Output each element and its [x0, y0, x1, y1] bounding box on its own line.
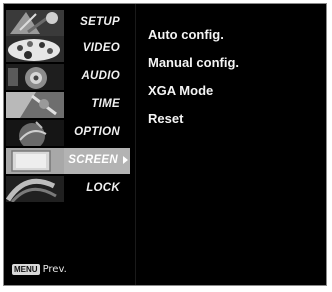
speaker-icon	[6, 64, 64, 90]
screen-submenu: Auto config. Manual config. XGA Mode Res…	[148, 26, 239, 138]
option-globe-icon	[6, 120, 64, 146]
menu-label: SCREEN	[68, 154, 118, 166]
submenu-item-xga-mode[interactable]: XGA Mode	[148, 82, 239, 110]
submenu-item-auto-config[interactable]: Auto config.	[148, 26, 239, 54]
menu-item-screen[interactable]: SCREEN	[6, 148, 130, 174]
menu-label: OPTION	[74, 126, 120, 138]
monitor-icon	[6, 148, 64, 174]
menu-item-audio[interactable]: AUDIO	[6, 64, 130, 90]
submenu-item-reset[interactable]: Reset	[148, 110, 239, 138]
chevron-right-icon	[123, 156, 128, 164]
clock-icon	[6, 92, 64, 118]
submenu-item-manual-config[interactable]: Manual config.	[148, 54, 239, 82]
prev-label: Prev.	[42, 264, 67, 275]
footer-hint: MENU Prev.	[12, 264, 67, 275]
satellite-dish-icon	[6, 10, 64, 36]
menu-item-video[interactable]: VIDEO	[6, 36, 130, 62]
padlock-icon	[6, 176, 64, 202]
main-menu-sidebar: SETUP VIDEO AUDIO TIME OPTION SCREEN LOC…	[6, 10, 130, 282]
menu-label: AUDIO	[81, 70, 120, 82]
palette-icon	[6, 36, 64, 62]
menu-item-option[interactable]: OPTION	[6, 120, 130, 146]
osd-screen: SETUP VIDEO AUDIO TIME OPTION SCREEN LOC…	[3, 3, 327, 286]
menu-item-lock[interactable]: LOCK	[6, 176, 130, 202]
menu-label: LOCK	[86, 182, 120, 194]
menu-item-time[interactable]: TIME	[6, 92, 130, 118]
menu-key-badge: MENU	[12, 264, 40, 275]
menu-label: VIDEO	[82, 42, 120, 54]
menu-item-setup[interactable]: SETUP	[6, 10, 130, 36]
menu-label: TIME	[91, 98, 120, 110]
divider	[135, 4, 136, 285]
menu-label: SETUP	[80, 16, 120, 28]
